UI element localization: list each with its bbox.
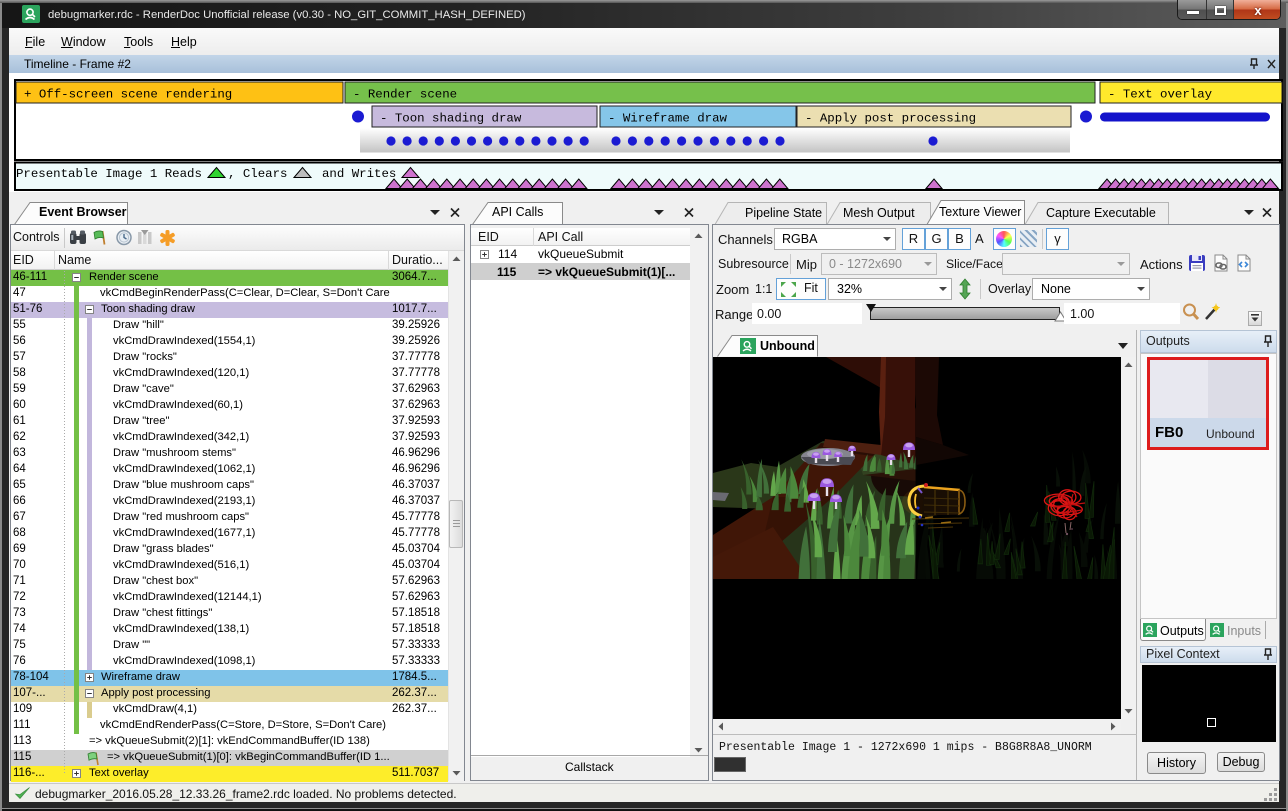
svg-text:- Text overlay: - Text overlay: [1108, 88, 1213, 102]
svg-text:+ Off-screen scene rendering: + Off-screen scene rendering: [24, 88, 232, 102]
svg-text:, Clears: , Clears: [228, 167, 288, 181]
svg-text:and Writes: and Writes: [322, 167, 396, 181]
svg-text:- Render scene: - Render scene: [353, 88, 457, 102]
svg-text:- Toon shading draw: - Toon shading draw: [380, 112, 522, 126]
svg-text:- Apply post processing: - Apply post processing: [805, 112, 976, 126]
svg-text:Presentable Image 1 Reads: Presentable Image 1 Reads: [16, 167, 202, 181]
svg-text:- Wireframe draw: - Wireframe draw: [608, 112, 728, 126]
